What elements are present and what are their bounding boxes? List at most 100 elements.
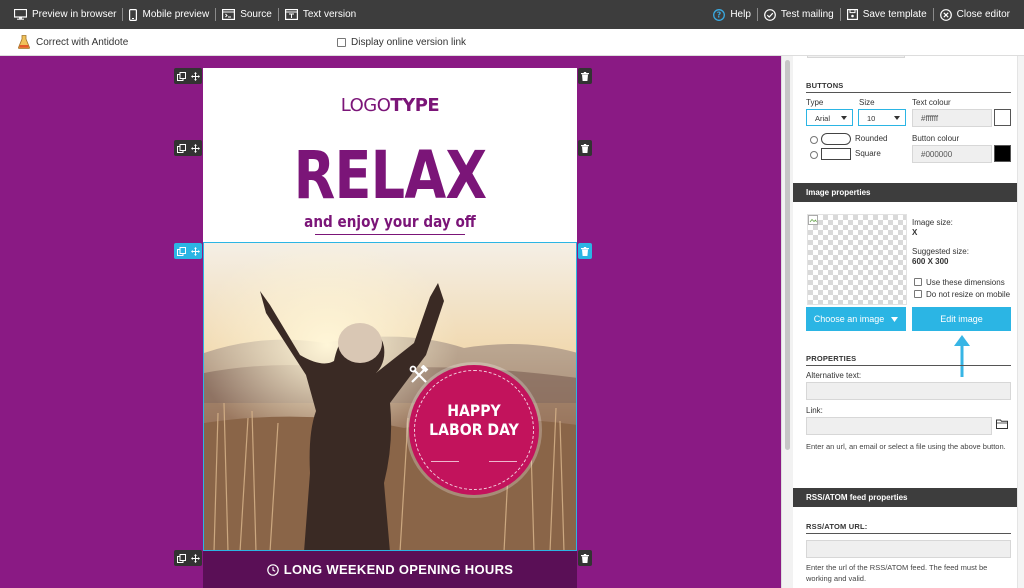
text-version-icon <box>284 9 298 20</box>
type-select-value: Arial <box>815 114 831 123</box>
rounded-shape-preview[interactable] <box>821 133 851 145</box>
subheadline-text: and enjoy your day off <box>304 212 476 231</box>
section-divider <box>806 533 1011 534</box>
source-code-icon <box>222 9 236 20</box>
opening-hours-block[interactable]: LONG WEEKEND OPENING HOURS <box>203 551 577 588</box>
suggested-size-label: Suggested size: <box>912 247 969 256</box>
rss-help-text: Enter the url of the RSS/ATOM feed. The … <box>806 563 988 583</box>
size-select[interactable]: 10 <box>858 109 906 126</box>
type-label: Type <box>806 98 824 107</box>
trash-icon[interactable] <box>578 243 592 259</box>
help-label: Help <box>730 9 751 20</box>
logo-block[interactable]: LOGOTYPE <box>203 68 577 130</box>
no-resize-checkbox[interactable] <box>914 290 922 298</box>
trash-icon[interactable] <box>578 550 592 566</box>
preview-in-browser-button[interactable]: Preview in browser <box>8 9 122 20</box>
hammer-wrench-icon <box>409 365 429 383</box>
image-size-value: X <box>912 228 918 237</box>
headline-text: RELAX <box>293 137 487 214</box>
online-version-label: Display online version link <box>351 37 467 48</box>
move-icon[interactable] <box>188 243 202 259</box>
mobile-preview-button[interactable]: Mobile preview <box>123 8 215 21</box>
square-shape-preview[interactable] <box>821 148 851 160</box>
svg-text:?: ? <box>717 10 722 19</box>
source-button[interactable]: Source <box>216 9 278 20</box>
text-colour-swatch[interactable] <box>994 109 1011 126</box>
link-input[interactable] <box>806 417 992 435</box>
correct-with-antidote-button[interactable]: Correct with Antidote <box>18 35 128 49</box>
text-colour-input[interactable]: #ffffff <box>912 109 992 127</box>
close-editor-label: Close editor <box>956 9 1010 20</box>
properties-section-title: PROPERTIES <box>806 354 857 363</box>
image-size-label: Image size: <box>912 218 953 227</box>
hero-image-block[interactable]: HAPPY LABOR DAY <box>203 242 577 551</box>
folder-icon[interactable] <box>996 419 1008 429</box>
canvas-scrollbar-thumb[interactable] <box>785 60 790 450</box>
panel-scrollbar[interactable] <box>1017 56 1024 588</box>
text-colour-label: Text colour <box>912 98 951 107</box>
antidote-label: Correct with Antidote <box>36 36 129 48</box>
online-version-checkbox[interactable] <box>337 38 346 47</box>
headline-block[interactable]: RELAX and enjoy your day off <box>203 130 577 242</box>
hero-block-controls <box>174 243 202 259</box>
canvas-scrollbar[interactable] <box>781 56 793 588</box>
suggested-size-value: 600 X 300 <box>912 257 949 266</box>
move-icon[interactable] <box>188 550 202 566</box>
link-label: Link: <box>806 406 823 415</box>
chevron-down-icon <box>894 116 900 120</box>
help-button[interactable]: ? Help <box>707 8 757 21</box>
mobile-icon <box>129 8 138 21</box>
edit-image-button[interactable]: Edit image <box>912 307 1011 331</box>
save-icon <box>846 9 858 20</box>
text-version-button[interactable]: Text version <box>279 9 362 20</box>
badge-line-2: LABOR DAY <box>429 420 519 439</box>
button-colour-swatch[interactable] <box>994 145 1011 162</box>
badge-divider-right <box>489 461 517 462</box>
square-radio[interactable] <box>810 151 818 159</box>
save-template-button[interactable]: Save template <box>841 9 933 20</box>
badge-divider-left <box>431 461 459 462</box>
link-help-text: Enter an url, an email or select a file … <box>806 442 1006 451</box>
button-colour-input[interactable]: #000000 <box>912 145 992 163</box>
use-dimensions-checkbox[interactable] <box>914 278 922 286</box>
trash-icon[interactable] <box>578 68 592 84</box>
display-online-version-toggle[interactable]: Display online version link <box>337 37 466 48</box>
headline-block-delete <box>578 140 592 156</box>
subheadline-underline <box>315 234 465 235</box>
monitor-icon <box>14 9 27 20</box>
duplicate-icon[interactable] <box>174 550 188 566</box>
type-select[interactable]: Arial <box>806 109 853 126</box>
test-mailing-button[interactable]: Test mailing <box>758 8 840 21</box>
trash-icon[interactable] <box>578 140 592 156</box>
move-icon[interactable] <box>188 140 202 156</box>
rounded-label: Rounded <box>855 134 888 143</box>
section-divider <box>806 365 1011 366</box>
duplicate-icon[interactable] <box>174 68 188 84</box>
button-colour-label: Button colour <box>912 134 960 143</box>
check-circle-icon <box>763 8 776 21</box>
duplicate-icon[interactable] <box>174 140 188 156</box>
section-divider <box>806 92 1011 93</box>
choose-image-button[interactable]: Choose an image <box>806 307 906 331</box>
edit-image-label: Edit image <box>940 314 983 324</box>
rss-url-input[interactable] <box>806 540 1011 558</box>
square-label: Square <box>855 149 881 158</box>
toolbar-left-group: Preview in browser Mobile preview Source… <box>8 8 362 21</box>
move-icon[interactable] <box>188 68 202 84</box>
logotype: LOGOTYPE <box>203 95 577 116</box>
preview-in-browser-label: Preview in browser <box>32 9 117 20</box>
headline-block-controls <box>174 140 202 156</box>
choose-image-label: Choose an image <box>813 314 885 324</box>
image-preview-placeholder[interactable] <box>807 214 907 305</box>
previous-field-remnant[interactable] <box>807 56 905 58</box>
alt-text-input[interactable] <box>806 382 1011 400</box>
secondary-toolbar: Correct with Antidote Display online ver… <box>0 29 1024 56</box>
duplicate-icon[interactable] <box>174 243 188 259</box>
no-resize-label: Do not resize on mobile <box>926 290 1011 299</box>
close-editor-button[interactable]: Close editor <box>934 8 1016 21</box>
logo-block-controls <box>174 68 202 84</box>
flask-icon <box>18 35 30 49</box>
rounded-radio[interactable] <box>810 136 818 144</box>
opening-hours-text: LONG WEEKEND OPENING HOURS <box>283 562 514 577</box>
close-circle-icon <box>939 8 952 21</box>
